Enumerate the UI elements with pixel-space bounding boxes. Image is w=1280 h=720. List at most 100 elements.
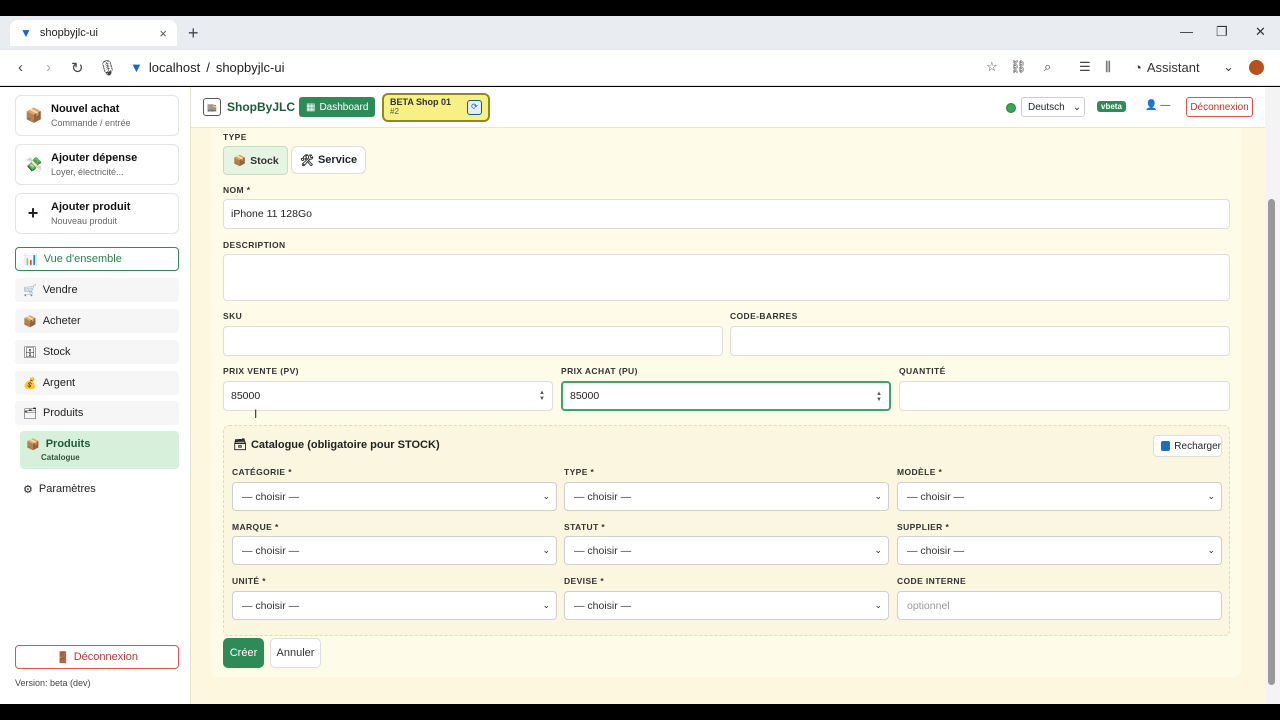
unit-select[interactable]: — choisir — ⌄ <box>232 591 557 620</box>
model-select[interactable]: — choisir — ⌄ <box>897 482 1222 511</box>
microphone-icon[interactable]: 🎙 <box>98 59 117 77</box>
site-logo-icon: ▼ <box>130 60 143 75</box>
sidebar-item-products[interactable]: 🗂 Produits <box>15 401 179 425</box>
sku-field[interactable] <box>223 326 723 356</box>
chevron-down-icon: ⌄ <box>1207 545 1215 555</box>
quick-action-add-expense[interactable]: 💸 Ajouter dépense Loyer, électricité... <box>15 144 179 185</box>
assistant-icon: ◔ <box>1134 60 1142 75</box>
type-stock-button[interactable]: 📦 Stock <box>223 146 288 175</box>
minimize-icon[interactable]: — <box>1180 24 1193 39</box>
sidebar-group-products-catalogue[interactable]: 📦 Produits Catalogue <box>20 431 179 469</box>
sale-price-field[interactable]: 85000 ▲ ▼ <box>223 381 553 411</box>
quick-action-new-purchase[interactable]: 📦 Nouvel achat Commande / entrée <box>15 95 179 136</box>
chevron-down-icon[interactable]: ⌄ <box>1223 59 1234 75</box>
switch-shop-icon[interactable]: ⟳ <box>467 100 482 115</box>
reader-list-icon[interactable]: ☰ <box>1079 59 1091 75</box>
audio-wave-icon[interactable]: ⫼ <box>1105 59 1111 75</box>
name-field[interactable]: iPhone 11 128Go <box>223 199 1230 229</box>
sidebar-item-label: Vendre <box>42 284 78 296</box>
sidebar-item-sell[interactable]: 🛒 Vendre <box>15 278 179 302</box>
quick-action-title: Ajouter produit <box>51 201 131 213</box>
brand[interactable]: 🏬 ShopByJLC <box>203 98 295 116</box>
reload-label: Recharger <box>1174 440 1221 452</box>
currency-select[interactable]: — choisir — ⌄ <box>564 591 889 620</box>
address-bar: ‹ › ↻ 🎙 ▼ localhost / shopbyjlc-ui ☆ ⛓ ⌕… <box>0 50 1280 86</box>
tools-icon: 🛠 <box>300 154 314 167</box>
sidebar-item-money[interactable]: 💰 Argent <box>15 371 179 395</box>
assistant-button[interactable]: ◔ Assistant <box>1134 60 1200 75</box>
reload-icon[interactable]: ↻ <box>71 59 84 77</box>
profile-avatar[interactable] <box>1249 60 1264 75</box>
link-icon[interactable]: ⛓ <box>1010 59 1027 75</box>
page-scrollbar[interactable] <box>1265 87 1280 704</box>
barcode-label: CODE-BARRES <box>730 311 798 321</box>
user-name: — <box>1160 100 1171 111</box>
browser-tab[interactable]: ▼ shopbyjlc-ui × <box>10 20 177 46</box>
sidebar-logout-button[interactable]: 🚪 Déconnexion <box>15 645 179 669</box>
quick-action-add-product[interactable]: + Ajouter produit Nouveau produit <box>15 193 179 234</box>
stock-icon: 🗄 <box>23 346 37 359</box>
category-label: CATÉGORIE * <box>232 467 292 477</box>
barcode-field[interactable] <box>730 326 1230 356</box>
sidebar-item-stock[interactable]: 🗄 Stock <box>15 340 179 364</box>
box-icon: 📦 <box>233 155 247 167</box>
description-field[interactable] <box>223 254 1230 301</box>
assistant-label: Assistant <box>1146 60 1200 75</box>
brand-select[interactable]: — choisir — ⌄ <box>232 536 557 565</box>
door-icon: 🚪 <box>56 651 70 664</box>
chevron-down-icon: ⌄ <box>874 491 882 501</box>
text-cursor-icon: I <box>254 407 258 421</box>
product-form: TYPE 📦 Stock 🛠 Service NOM * iPhone 11 1… <box>211 128 1241 677</box>
category-select[interactable]: — choisir — ⌄ <box>232 482 557 511</box>
catalogue-title: 🗃 Catalogue (obligatoire pour STOCK) <box>233 438 440 452</box>
quick-action-subtitle: Loyer, électricité... <box>51 167 124 177</box>
unit-label: UNITÉ * <box>232 576 266 586</box>
type-option-label: Service <box>317 154 358 166</box>
quantity-label: QUANTITÉ <box>899 366 946 376</box>
cancel-button[interactable]: Annuler <box>270 638 321 668</box>
shop-selector[interactable]: BETA Shop 01 #2 ⟳ <box>382 93 490 122</box>
products-icon: 🗂 <box>23 407 37 420</box>
sidebar-item-settings[interactable]: ⚙ Paramètres <box>15 477 179 501</box>
plus-icon: + <box>27 203 39 223</box>
reload-button[interactable]: Recharger <box>1153 435 1222 457</box>
internal-code-field[interactable]: optionnel <box>897 591 1222 620</box>
sidebar: 📦 Nouvel achat Commande / entrée 💸 Ajout… <box>0 87 191 704</box>
sidebar-subitem-catalogue[interactable]: Catalogue <box>26 453 80 462</box>
catalogue-icon: 🗃 <box>233 439 247 451</box>
create-button[interactable]: Créer <box>223 638 264 668</box>
dashboard-button[interactable]: ▦ Dashboard <box>299 97 376 117</box>
url-field[interactable]: ▼ localhost / shopbyjlc-ui <box>130 60 284 75</box>
purchase-price-field[interactable]: 85000 ▲ ▼ <box>561 381 891 411</box>
zoom-search-icon[interactable]: ⌕ <box>1044 59 1051 75</box>
user-menu[interactable]: 👤 — <box>1145 100 1170 111</box>
sidebar-item-overview[interactable]: 📊 Vue d'ensemble <box>15 247 179 271</box>
box-icon: 📦 <box>26 439 40 451</box>
bookmark-star-icon[interactable]: ☆ <box>986 59 998 75</box>
description-label: DESCRIPTION <box>223 240 286 250</box>
back-icon[interactable]: ‹ <box>18 59 23 76</box>
type-service-button[interactable]: 🛠 Service <box>291 146 367 174</box>
user-icon: 👤 <box>1145 100 1158 111</box>
close-window-icon[interactable]: ✕ <box>1255 24 1266 40</box>
brand-name: ShopByJLC <box>227 100 296 114</box>
number-stepper-icon[interactable]: ▲ ▼ <box>876 391 882 403</box>
supplier-select[interactable]: — choisir — ⌄ <box>897 536 1222 565</box>
type-select[interactable]: — choisir — ⌄ <box>564 482 889 511</box>
status-select[interactable]: — choisir — ⌄ <box>564 536 889 565</box>
language-select[interactable]: Deutsch ⌄ <box>1021 97 1085 117</box>
sidebar-item-buy[interactable]: 📦 Acheter <box>15 309 179 333</box>
forward-icon[interactable]: › <box>46 59 51 76</box>
restore-icon[interactable]: ❐ <box>1216 24 1228 40</box>
quick-action-subtitle: Nouveau produit <box>51 216 118 226</box>
quantity-field[interactable] <box>899 381 1230 411</box>
new-tab-icon[interactable]: + <box>188 23 199 44</box>
header-logout-button[interactable]: Déconnexion <box>1186 97 1253 117</box>
browser-tab-title: shopbyjlc-ui <box>39 27 98 39</box>
close-tab-icon[interactable]: × <box>159 26 167 41</box>
sale-price-label: PRIX VENTE (PV) <box>223 366 299 376</box>
chart-icon: 📊 <box>24 253 38 266</box>
scrollbar-thumb[interactable] <box>1268 199 1275 685</box>
select-value: — choisir — <box>242 544 300 557</box>
number-stepper-icon[interactable]: ▲ ▼ <box>539 390 545 402</box>
